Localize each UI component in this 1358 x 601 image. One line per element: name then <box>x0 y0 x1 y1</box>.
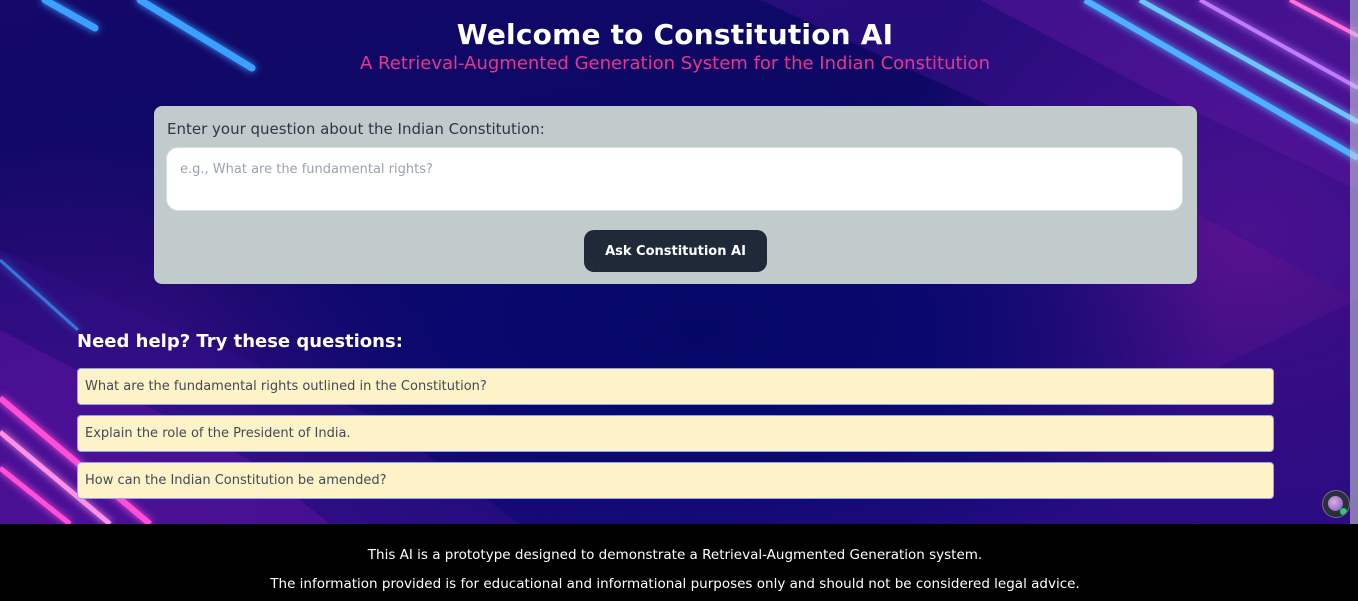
footer: This AI is a prototype designed to demon… <box>0 524 1358 601</box>
footer-disclaimer-line-1: This AI is a prototype designed to demon… <box>367 547 983 563</box>
hero-background: Welcome to Constitution AI A Retrieval-A… <box>0 0 1358 524</box>
question-label: Enter your question about the Indian Con… <box>167 120 545 138</box>
assistant-avatar-icon[interactable] <box>1322 490 1350 518</box>
scrollbar[interactable] <box>1350 0 1358 524</box>
help-heading: Need help? Try these questions: <box>77 331 403 352</box>
footer-disclaimer-line-2: The information provided is for educatio… <box>270 576 1080 592</box>
page: Welcome to Constitution AI A Retrieval-A… <box>0 0 1358 601</box>
question-input[interactable] <box>166 147 1183 211</box>
page-subtitle: A Retrieval-Augmented Generation System … <box>360 53 990 74</box>
online-status-dot <box>1340 508 1347 515</box>
page-title: Welcome to Constitution AI <box>456 18 894 51</box>
suggestion-item[interactable]: What are the fundamental rights outlined… <box>77 368 1274 405</box>
ask-button[interactable]: Ask Constitution AI <box>584 230 767 272</box>
question-card: Enter your question about the Indian Con… <box>154 106 1197 284</box>
suggestion-item[interactable]: How can the Indian Constitution be amend… <box>77 462 1274 499</box>
suggestion-item[interactable]: Explain the role of the President of Ind… <box>77 415 1274 452</box>
